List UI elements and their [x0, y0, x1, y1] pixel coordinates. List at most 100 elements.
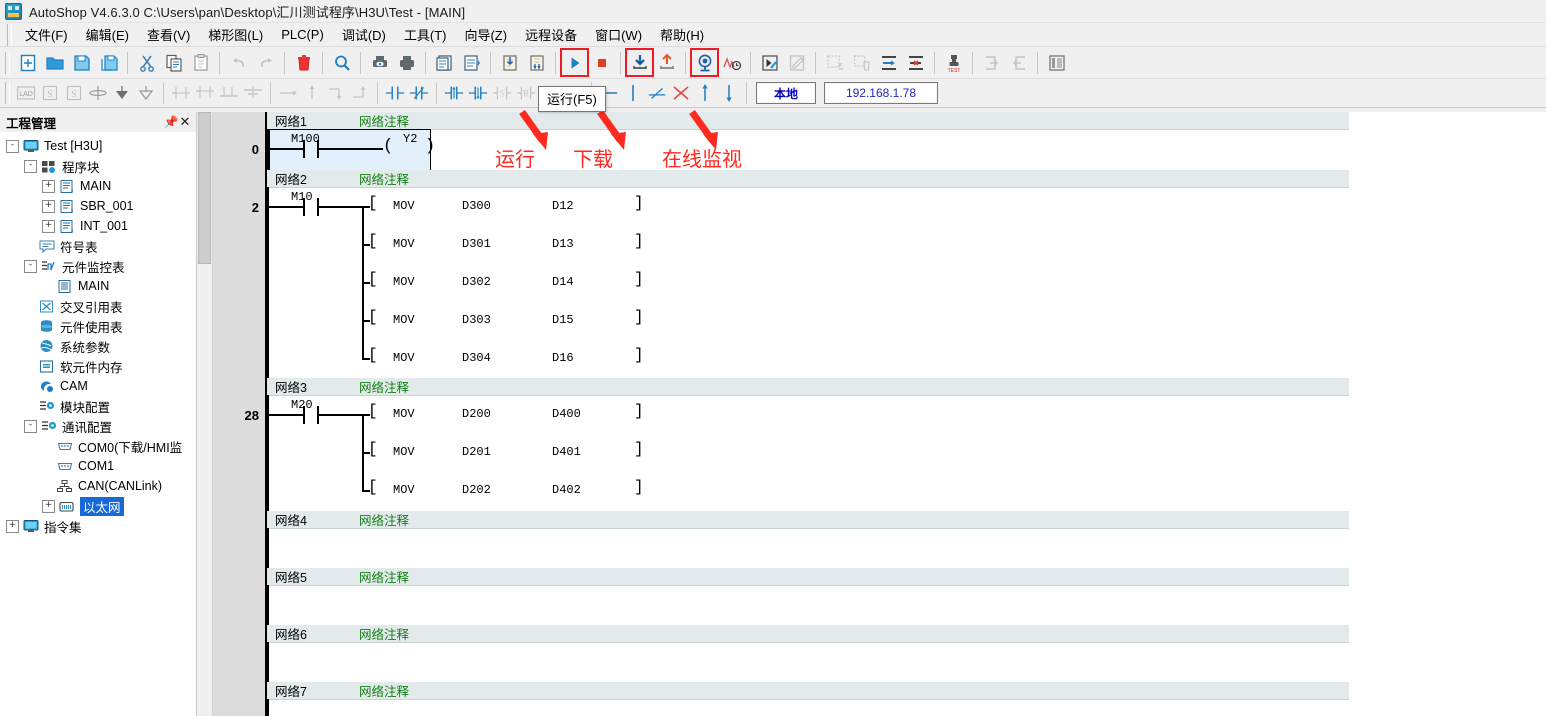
network-header-4[interactable]: 网络4 网络注释	[267, 511, 1349, 529]
tree-expander-0[interactable]: -	[6, 139, 19, 153]
tree-item-8[interactable]: 交叉引用表	[2, 296, 196, 316]
network-header-1[interactable]: 网络1 网络注释	[267, 112, 1349, 130]
project-tree[interactable]: - Test [H3U] - 程序块 + s MAIN + s SBR_001 + s INT_001 符…	[0, 132, 196, 716]
tree-item-7[interactable]: MAIN	[2, 276, 196, 296]
tree-item-5[interactable]: 符号表	[2, 236, 196, 256]
clear-all-icon[interactable]	[849, 50, 874, 75]
tree-item-15[interactable]: COM0(下载/HMI监	[2, 436, 196, 456]
logout-icon[interactable]	[1006, 50, 1031, 75]
tree-item-13[interactable]: 模块配置	[2, 396, 196, 416]
tree-expander-3[interactable]: +	[42, 199, 55, 213]
menu-help[interactable]: 帮助(H)	[651, 23, 713, 46]
tree-item-17[interactable]: CAN(CANLink)	[2, 476, 196, 496]
delete-hline-icon[interactable]	[646, 82, 668, 104]
tree-item-11[interactable]: 软元件内存	[2, 356, 196, 376]
tree-item-2[interactable]: + s MAIN	[2, 176, 196, 196]
download-icon[interactable]	[625, 48, 654, 77]
print-icon[interactable]	[394, 50, 419, 75]
edit-note-icon[interactable]	[784, 50, 809, 75]
cut-icon[interactable]	[134, 50, 159, 75]
network-comment-4[interactable]: 网络注释	[359, 510, 409, 529]
branch-right-icon[interactable]	[170, 82, 192, 104]
tree-item-14[interactable]: - 通讯配置	[2, 416, 196, 436]
network-comment-2[interactable]: 网络注释	[359, 169, 409, 188]
corner-up-icon[interactable]	[349, 82, 371, 104]
network-header-7[interactable]: 网络7 网络注释	[267, 682, 1349, 700]
tree-expander-1[interactable]: -	[24, 159, 37, 173]
paste-icon[interactable]	[188, 50, 213, 75]
save-icon[interactable]	[69, 50, 94, 75]
network-header-2[interactable]: 网络2 网络注释	[267, 170, 1349, 188]
filled-triangle-icon[interactable]	[111, 82, 133, 104]
menu-debug[interactable]: 调试(D)	[333, 23, 395, 46]
tree-item-6[interactable]: - 元件监控表	[2, 256, 196, 276]
menu-remote-device[interactable]: 远程设备	[516, 23, 586, 46]
branch-down-icon[interactable]	[194, 82, 216, 104]
delete-icon[interactable]	[291, 50, 316, 75]
tree-item-4[interactable]: + s INT_001	[2, 216, 196, 236]
delete-vline-icon[interactable]	[670, 82, 692, 104]
tree-expander-18[interactable]: +	[42, 499, 55, 513]
test-usb-icon[interactable]: TEST	[941, 50, 966, 75]
contact-falling-icon[interactable]	[467, 82, 489, 104]
find-icon[interactable]	[329, 50, 354, 75]
network-header-6[interactable]: 网络6 网络注释	[267, 625, 1349, 643]
empty-triangle-icon[interactable]	[135, 82, 157, 104]
tree-item-18[interactable]: + 以太网	[2, 496, 196, 516]
stop-icon[interactable]	[589, 50, 614, 75]
tree-item-10[interactable]: 系统参数	[2, 336, 196, 356]
ladder-rungs[interactable]: 网络1 网络注释 M100 (Y2) 网络2 网络注释 M10 [MOV D300 D12] [MO…	[267, 112, 1546, 716]
menu-wizard[interactable]: 向导(Z)	[455, 23, 516, 46]
arrow-down-icon[interactable]	[718, 82, 740, 104]
arrow-up-icon[interactable]	[694, 82, 716, 104]
branch-merge-icon[interactable]	[218, 82, 240, 104]
trend-chart-icon[interactable]	[719, 50, 744, 75]
upload-project-icon[interactable]	[524, 50, 549, 75]
upload-icon[interactable]	[654, 50, 679, 75]
online-monitor-icon[interactable]	[690, 48, 719, 77]
tree-item-0[interactable]: - Test [H3U]	[2, 136, 196, 156]
print-preview-icon[interactable]	[367, 50, 392, 75]
tree-item-1[interactable]: - 程序块	[2, 156, 196, 176]
editor-vertical-scrollbar[interactable]	[197, 112, 213, 716]
network-comment-7[interactable]: 网络注释	[359, 681, 409, 700]
network-comment-6[interactable]: 网络注释	[359, 624, 409, 643]
contact-nc-icon[interactable]	[408, 82, 430, 104]
undo-icon[interactable]	[226, 50, 251, 75]
download-project-icon[interactable]	[497, 50, 522, 75]
menu-ladder[interactable]: 梯形图(L)	[199, 23, 272, 46]
stl-mode-icon[interactable]: S	[39, 82, 61, 104]
network-comment-5[interactable]: 网络注释	[359, 567, 409, 586]
run-edit-icon[interactable]	[757, 50, 782, 75]
tree-item-9[interactable]: 元件使用表	[2, 316, 196, 336]
redo-icon[interactable]	[253, 50, 278, 75]
tree-expander-19[interactable]: +	[6, 519, 19, 533]
network-header-3[interactable]: 网络3 网络注释	[267, 378, 1349, 396]
tree-item-19[interactable]: + 指令集	[2, 516, 196, 536]
network-comment-1[interactable]: 网络注释	[359, 112, 409, 130]
login-icon[interactable]	[979, 50, 1004, 75]
contact-no-icon[interactable]	[384, 82, 406, 104]
ellipse-node-icon[interactable]	[87, 82, 109, 104]
contact-rising-icon[interactable]	[443, 82, 465, 104]
lad-mode-icon[interactable]: LAD	[15, 82, 37, 104]
pin-icon[interactable]: 📌	[164, 115, 179, 129]
new-file-icon[interactable]	[15, 50, 40, 75]
menu-view[interactable]: 查看(V)	[138, 23, 199, 46]
tree-item-3[interactable]: + s SBR_001	[2, 196, 196, 216]
delete-row-icon[interactable]	[903, 50, 928, 75]
vline-draw-icon[interactable]	[622, 82, 644, 104]
network-header-5[interactable]: 网络5 网络注释	[267, 568, 1349, 586]
network-comment-3[interactable]: 网络注释	[359, 377, 409, 396]
menu-tools[interactable]: 工具(T)	[395, 23, 456, 46]
ip-address-field[interactable]: 192.168.1.78	[824, 82, 938, 104]
insert-row-icon[interactable]	[876, 50, 901, 75]
tree-expander-14[interactable]: -	[24, 419, 37, 433]
open-folder-icon[interactable]	[42, 50, 67, 75]
run-icon[interactable]	[560, 48, 589, 77]
save-all-icon[interactable]	[96, 50, 121, 75]
menu-file[interactable]: 文件(F)	[16, 23, 77, 46]
contact-r-icon[interactable]: R	[515, 82, 537, 104]
clear-plc-icon[interactable]	[822, 50, 847, 75]
network-mode-button[interactable]: 本地	[756, 82, 816, 104]
